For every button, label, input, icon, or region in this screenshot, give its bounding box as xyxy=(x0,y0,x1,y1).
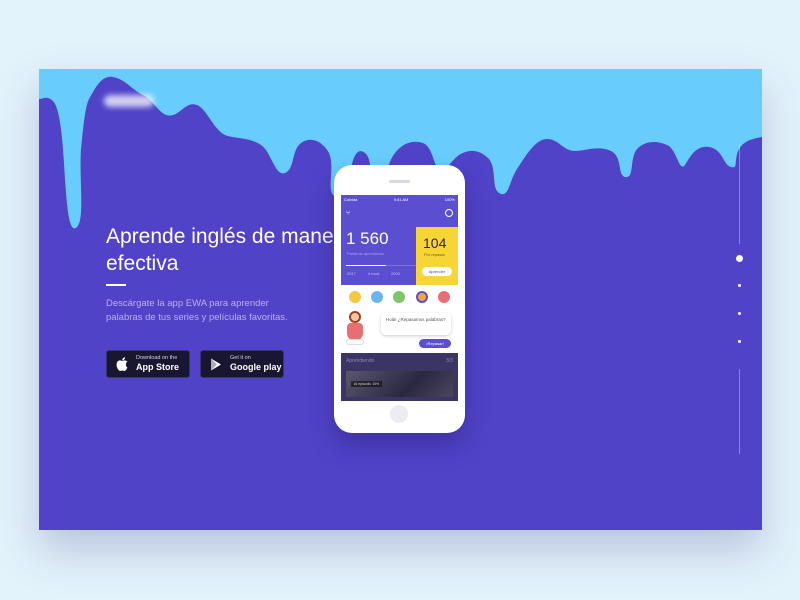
learning-section: Aprendiendo 3/3 Al episodio 15% xyxy=(341,353,458,401)
app-store-small-label: Download on the xyxy=(136,355,178,361)
app-store-button[interactable]: Download on the App Store xyxy=(106,350,190,378)
battery-label: 100% xyxy=(444,196,455,202)
app-store-label: App Store xyxy=(136,362,180,372)
assistant-chat: Hola! ¿Repasamos palabras? ¡Repasar! xyxy=(341,309,458,353)
carrier-label: Culvida xyxy=(344,196,358,202)
pagination-line-bottom xyxy=(739,369,740,454)
stats-panel: 1 560 Palabras aprendidas 2017 4 mod 200… xyxy=(341,227,458,285)
search-icon[interactable] xyxy=(445,209,453,217)
stats-tab[interactable]: 2000 xyxy=(391,271,400,276)
pagination-dot[interactable] xyxy=(738,340,741,343)
review-count: 104 xyxy=(423,235,447,251)
review-label: Por repasar xyxy=(424,252,445,257)
stats-tabs: 2017 4 mod 2000 xyxy=(347,271,400,276)
phone-screen: Culvida 9:41 AM 100% ⑂ 1 560 Palabras ap… xyxy=(341,195,458,401)
stats-tab[interactable]: 4 mod xyxy=(368,271,379,276)
rocket-icon[interactable] xyxy=(371,291,384,303)
assistant-avatar-skirt xyxy=(346,339,364,345)
phone-speaker xyxy=(389,180,410,183)
globe-icon[interactable] xyxy=(393,291,406,303)
assistant-avatar xyxy=(349,311,361,323)
pagination-dot[interactable] xyxy=(738,312,741,315)
category-icons xyxy=(341,285,458,309)
words-count: 1 560 xyxy=(346,229,389,248)
fork-knife-icon[interactable]: ⑂ xyxy=(346,210,350,217)
headline-divider xyxy=(106,284,126,286)
learning-count: 3/3 xyxy=(446,358,453,364)
hero-headline: Aprende inglés de manera efectiva xyxy=(106,225,353,275)
learn-button[interactable]: Aprender xyxy=(422,267,452,276)
hero-section: Aprende inglés de manera efectiva Descár… xyxy=(39,69,762,530)
progress-fill xyxy=(346,265,386,266)
medal-icon[interactable] xyxy=(415,291,428,303)
hero-subtitle: Descárgate la app EWA para aprender pala… xyxy=(106,298,288,323)
google-play-icon xyxy=(205,358,227,371)
phone-mockup: Culvida 9:41 AM 100% ⑂ 1 560 Palabras ap… xyxy=(334,165,465,433)
review-button[interactable]: ¡Repasar! xyxy=(419,339,451,348)
google-play-small-label: Get it on xyxy=(230,355,251,361)
apple-icon xyxy=(111,357,133,371)
time-label: 9:41 AM xyxy=(393,196,409,202)
app-header: ⑂ xyxy=(341,203,458,227)
google-play-button[interactable]: Get it on Google play xyxy=(200,350,284,378)
status-bar: Culvida 9:41 AM 100% xyxy=(341,195,458,203)
pagination-dot-active[interactable] xyxy=(736,255,743,262)
home-button[interactable] xyxy=(390,405,408,423)
lightbulb-icon[interactable] xyxy=(349,291,362,303)
words-label: Palabras aprendidas xyxy=(347,251,384,256)
learning-title: Aprendiendo xyxy=(346,358,375,364)
pagination-dot[interactable] xyxy=(738,284,741,287)
pagination-line-top xyxy=(739,144,740,244)
google-play-label: Google play xyxy=(230,362,282,372)
episode-label: Al episodio 15% xyxy=(351,381,383,387)
gift-icon[interactable] xyxy=(437,291,450,303)
stats-tab[interactable]: 2017 xyxy=(347,271,356,276)
review-card: 104 Por repasar Aprender xyxy=(416,227,458,285)
chat-bubble: Hola! ¿Repasamos palabras? xyxy=(381,313,451,335)
brand-logo[interactable] xyxy=(104,95,154,107)
